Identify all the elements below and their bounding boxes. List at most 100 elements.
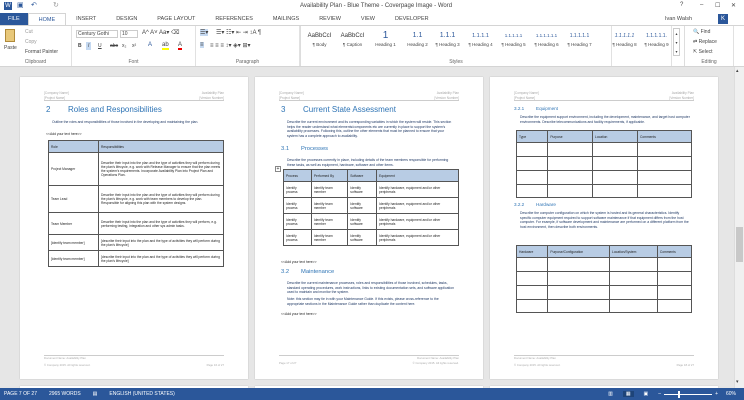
- table-cell[interactable]: [547, 184, 593, 198]
- table-cell[interactable]: [547, 142, 593, 157]
- table-cell[interactable]: [636, 184, 693, 198]
- word-count[interactable]: 2965 WORDS: [49, 391, 81, 397]
- table-cell[interactable]: Identify process: [283, 181, 312, 198]
- table-cell[interactable]: [515, 184, 549, 198]
- table-cell[interactable]: [609, 257, 658, 272]
- table-cell[interactable]: Describe their input into the plan and t…: [98, 152, 224, 186]
- font-name-select[interactable]: Century Gothi: [76, 30, 118, 38]
- table-cell[interactable]: [identify team member]: [48, 250, 99, 267]
- grow-font-icon[interactable]: A^ A˅ Aa▾ ⌫: [142, 29, 180, 36]
- redo-icon[interactable]: ↻: [53, 1, 59, 9]
- tab-review[interactable]: REVIEW: [309, 13, 351, 25]
- document-area[interactable]: [Company Name] [Project Name] Availability…: [0, 67, 734, 388]
- table-cell[interactable]: [547, 170, 593, 185]
- proofing-icon[interactable]: ▤: [93, 391, 98, 397]
- table-cell[interactable]: Identify hardware, equipment and/or othe…: [376, 197, 459, 214]
- format-painter-button[interactable]: Format Painter: [25, 49, 58, 55]
- table-cell[interactable]: [591, 170, 638, 185]
- table-cell[interactable]: [547, 257, 610, 272]
- style-heading-6[interactable]: 1.1.1.1.1.1 ¶ Heading 6: [530, 30, 563, 47]
- table-cell[interactable]: Describe their input into the plan and t…: [98, 212, 224, 235]
- table-cell[interactable]: [656, 271, 693, 286]
- tab-developer[interactable]: DEVELOPER: [385, 13, 439, 25]
- table-cell[interactable]: [515, 285, 549, 300]
- table-cell[interactable]: Identify hardware, equipment and/or othe…: [376, 229, 459, 246]
- italic-button[interactable]: I: [86, 42, 92, 50]
- table-cell[interactable]: [identify team member]: [48, 234, 99, 251]
- avatar[interactable]: K: [718, 14, 728, 24]
- replace-button[interactable]: ⇄ Replace: [693, 39, 717, 45]
- table-cell[interactable]: Project Manager: [48, 152, 99, 186]
- table-cell[interactable]: [515, 142, 549, 157]
- table-cell[interactable]: [515, 156, 549, 171]
- superscript-button[interactable]: x²: [132, 43, 136, 49]
- tab-file[interactable]: FILE: [0, 13, 28, 25]
- table-cell[interactable]: [547, 156, 593, 171]
- table-cell[interactable]: [656, 257, 693, 272]
- tab-view[interactable]: VIEW: [351, 13, 385, 25]
- language[interactable]: ENGLISH (UNITED STATES): [109, 391, 174, 397]
- table-cell[interactable]: [515, 299, 549, 313]
- table-cell[interactable]: Team Lead: [48, 185, 99, 213]
- style-heading-3[interactable]: 1.1.1 ¶ Heading 3: [431, 30, 464, 47]
- close-button[interactable]: ✕: [731, 2, 736, 9]
- table-cell[interactable]: [636, 170, 693, 185]
- copy-button[interactable]: Copy: [25, 39, 37, 45]
- table-cell[interactable]: Identify process: [283, 229, 312, 246]
- numbering-icon[interactable]: ☰▾ ☷▾ ⇤ ⇥ ↕A ¶: [216, 29, 261, 36]
- table-cell[interactable]: [describe their input into the plan and …: [98, 250, 224, 267]
- tab-design[interactable]: DESIGN: [106, 13, 147, 25]
- table-cell[interactable]: [609, 285, 658, 300]
- table-cell[interactable]: Identify software: [347, 229, 378, 246]
- style-caption[interactable]: AaBbCcI ¶ Caption: [336, 30, 369, 47]
- save-icon[interactable]: ▣: [17, 1, 24, 9]
- table-cell[interactable]: Identify team member: [310, 229, 349, 246]
- style-heading-8[interactable]: 1.1.1.1.1 ¶ Heading 8: [608, 30, 641, 47]
- strikethrough-button[interactable]: abc: [110, 43, 118, 49]
- tab-references[interactable]: REFERENCES: [205, 13, 263, 25]
- table-cell[interactable]: Identify process: [283, 213, 312, 230]
- styles-scroll-icon[interactable]: ▴ ▾ ▾: [673, 28, 680, 56]
- zoom-level[interactable]: 60%: [726, 391, 736, 397]
- style-heading-9[interactable]: 1.1.1.1.1. ¶ Heading 9: [640, 30, 673, 47]
- table-cell[interactable]: [describe their input into the plan and …: [98, 234, 224, 251]
- style-heading-2[interactable]: 1.1 Heading 2: [401, 30, 434, 47]
- vertical-scrollbar[interactable]: ▴ ▾: [734, 67, 744, 388]
- style-heading-1[interactable]: 1 Heading 1: [369, 30, 402, 47]
- style-heading-5[interactable]: 1.1.1.1.1 ¶ Heading 5: [497, 30, 530, 47]
- print-layout-icon[interactable]: ▦: [622, 391, 634, 397]
- paste-button[interactable]: Paste: [4, 45, 17, 51]
- table-cell[interactable]: Describe their input into the plan and t…: [98, 185, 224, 213]
- highlight-icon[interactable]: ab: [162, 42, 169, 50]
- table-cell[interactable]: Identify team member: [310, 197, 349, 214]
- minimize-button[interactable]: –: [700, 2, 703, 8]
- table-cell[interactable]: [515, 257, 549, 272]
- table-cell[interactable]: [547, 299, 610, 313]
- table-cell[interactable]: Identify hardware, equipment and/or othe…: [376, 181, 459, 198]
- font-color-icon[interactable]: A: [178, 42, 183, 50]
- table-cell[interactable]: Team Member: [48, 212, 99, 235]
- table-cell[interactable]: [515, 271, 549, 286]
- find-button[interactable]: 🔍 Find: [693, 29, 710, 35]
- zoom-slider-thumb[interactable]: [678, 390, 681, 398]
- read-mode-icon[interactable]: ▥: [608, 391, 613, 397]
- zoom-slider[interactable]: [664, 390, 713, 398]
- tab-home[interactable]: HOME: [27, 13, 67, 25]
- help-icon[interactable]: ?: [680, 2, 683, 8]
- underline-button[interactable]: U: [98, 43, 102, 49]
- select-button[interactable]: ⇱ Select: [693, 49, 713, 55]
- subscript-button[interactable]: x₂: [122, 43, 126, 49]
- align-left-icon[interactable]: ≡: [200, 42, 204, 48]
- user-name[interactable]: Ivan Walsh: [665, 16, 692, 22]
- scrollbar-thumb[interactable]: [736, 227, 743, 262]
- font-size-select[interactable]: 10: [120, 30, 138, 38]
- align-center-icon[interactable]: ≡ ≡ ≡ ↕▾ ◈▾ ⊞▾: [210, 42, 251, 49]
- table-cell[interactable]: Identify software: [347, 181, 378, 198]
- scroll-up-icon[interactable]: ▴: [736, 68, 739, 74]
- scroll-down-icon[interactable]: ▾: [736, 379, 739, 385]
- table-cell[interactable]: [636, 156, 693, 171]
- bullets-icon[interactable]: ☰▾: [200, 29, 209, 36]
- table-cell[interactable]: Identify hardware, equipment and/or othe…: [376, 213, 459, 230]
- tab-insert[interactable]: INSERT: [66, 13, 106, 25]
- style-heading-4[interactable]: 1.1.1.1 ¶ Heading 4: [464, 30, 497, 47]
